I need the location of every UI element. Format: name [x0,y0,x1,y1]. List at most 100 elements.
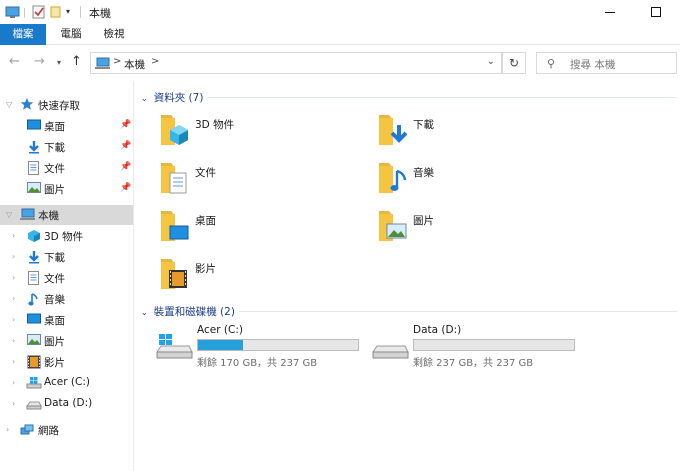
group-collapse-icon[interactable]: ⌄ [141,94,148,103]
breadcrumb-this-pc[interactable]: 本機 [124,57,145,72]
nav-pc-videos[interactable]: › 影片 [0,352,133,372]
window-title: 本機 [89,7,111,20]
nav-pc-downloads[interactable]: › 下載 [0,247,133,267]
folder-label: 音樂 [413,167,434,179]
nav-label: 本機 [38,210,59,222]
tab-computer[interactable]: 電腦 [52,24,90,45]
folder-label: 影片 [195,263,216,275]
folder-pictures[interactable]: 圖片 [375,209,575,253]
nav-label: 3D 物件 [44,231,84,243]
navigation-pane: ▽ 快速存取 桌面 📌 下載 📌 文件 📌 圖片 📌 ▽ 本機 › 3D 物件 … [0,81,134,471]
explorer-app-icon[interactable] [5,5,21,22]
customize-qa-icon[interactable]: ▾ [66,7,70,16]
nav-pc-music[interactable]: › 音樂 [0,289,133,309]
folder-downloads[interactable]: 下載 [375,113,575,157]
nav-pc-documents[interactable]: › 文件 [0,268,133,288]
collapse-chevron-icon[interactable]: › [6,425,9,434]
nav-this-pc[interactable]: ▽ 本機 [0,205,133,225]
drive-name: Acer (C:) [197,324,243,336]
recent-locations-icon[interactable]: ▾ [57,56,61,70]
nav-pc-desktop[interactable]: › 桌面 [0,310,133,330]
nav-pc-pictures[interactable]: › 圖片 [0,331,133,351]
folder-3d-objects[interactable]: 3D 物件 [157,113,357,157]
nav-quick-documents[interactable]: 文件 📌 [0,158,133,178]
up-arrow-icon[interactable]: ↑ [71,55,82,69]
tab-view[interactable]: 檢視 [95,24,133,45]
nav-network[interactable]: › 網路 [0,420,133,440]
expand-chevron-icon[interactable]: ▽ [6,210,12,219]
tab-file[interactable]: 檔案 [0,24,46,45]
search-icon: ⚲ [547,57,556,70]
this-pc-icon [20,208,36,224]
nav-pc-drive-d[interactable]: › Data (D:) [0,394,133,414]
folder-desktop[interactable]: 桌面 [157,209,357,253]
folder-documents-icon [157,161,189,198]
drive-free-space: 剩餘 170 GB，共 237 GB [197,358,318,369]
address-bar[interactable]: > 本機 > ⌄ [90,52,502,74]
collapse-chevron-icon[interactable]: › [12,357,15,366]
nav-label: 音樂 [44,294,65,306]
collapse-chevron-icon[interactable]: › [12,378,15,387]
this-pc-icon [95,57,111,73]
navigation-bar: ← → ▾ ↑ > 本機 > ⌄ ↻ ⚲ 搜尋 本機 [0,45,680,81]
drive-icon [26,397,42,414]
star-icon [20,97,34,114]
nav-label: 下載 [44,142,65,154]
folder-desktop-icon [157,209,189,246]
nav-label: 影片 [44,357,65,369]
nav-label: 圖片 [44,336,65,348]
drive-name: Data (D:) [413,324,462,336]
collapse-chevron-icon[interactable]: › [12,252,15,261]
ribbon-tabs: 檔案 電腦 檢視 [0,24,680,45]
collapse-chevron-icon[interactable]: › [12,399,15,408]
qa-divider [24,8,25,18]
collapse-chevron-icon[interactable]: › [12,336,15,345]
folder-music[interactable]: 音樂 [375,161,575,205]
breadcrumb-separator[interactable]: > [113,56,121,67]
nav-label: 文件 [44,163,65,175]
title-divider [80,6,81,18]
minimize-button[interactable] [587,0,633,24]
cube-icon [27,229,41,246]
drive-usage-bar [413,339,575,351]
folder-videos[interactable]: 影片 [157,257,357,301]
group-collapse-icon[interactable]: ⌄ [141,308,148,317]
pin-icon: 📌 [120,183,132,193]
drive-c[interactable]: Acer (C:) 剩餘 170 GB，共 237 GB [155,324,365,369]
collapse-chevron-icon[interactable]: › [12,315,15,324]
folder-3d-objects-icon [157,113,189,150]
folder-label: 下載 [413,119,434,131]
nav-quick-pictures[interactable]: 圖片 📌 [0,179,133,199]
collapse-chevron-icon[interactable]: › [12,231,15,240]
nav-label: 網路 [38,425,59,437]
folder-music-icon [375,161,407,198]
drives-group-header[interactable]: ⌄ 裝置和磁碟機 (2) [141,304,235,319]
download-arrow-icon [27,140,41,157]
collapse-chevron-icon[interactable]: › [12,273,15,282]
properties-icon[interactable] [32,5,46,22]
drive-d[interactable]: Data (D:) 剩餘 237 GB，共 237 GB [371,324,581,369]
folder-documents[interactable]: 文件 [157,161,357,205]
folders-group-header[interactable]: ⌄ 資料夾 (7) [141,90,203,105]
new-folder-icon[interactable] [50,5,62,22]
nav-label: Data (D:) [44,397,93,409]
nav-quick-downloads[interactable]: 下載 📌 [0,137,133,157]
nav-pc-drive-c[interactable]: › Acer (C:) [0,373,133,393]
nav-quick-desktop[interactable]: 桌面 📌 [0,116,133,136]
back-arrow-icon[interactable]: ← [9,55,20,69]
forward-arrow-icon[interactable]: → [34,55,45,69]
expand-chevron-icon[interactable]: ▽ [6,100,12,109]
download-arrow-icon [27,250,41,267]
collapse-chevron-icon[interactable]: › [12,294,15,303]
search-input[interactable]: ⚲ 搜尋 本機 [536,52,677,74]
maximize-button[interactable] [633,0,679,24]
refresh-button[interactable]: ↻ [502,52,526,74]
nav-label: 桌面 [44,121,65,133]
pictures-icon [27,182,41,197]
folder-downloads-icon [375,113,408,150]
breadcrumb-separator[interactable]: > [151,56,159,67]
nav-label: 下載 [44,252,65,264]
nav-quick-access[interactable]: ▽ 快速存取 [0,95,133,115]
address-dropdown-icon[interactable]: ⌄ [487,56,495,67]
nav-pc-3d-objects[interactable]: › 3D 物件 [0,226,133,246]
